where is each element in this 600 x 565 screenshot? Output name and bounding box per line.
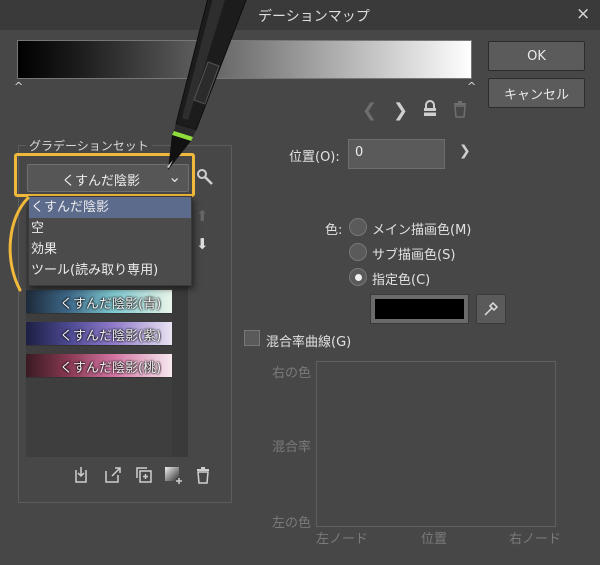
sub-color-radio[interactable]	[349, 243, 367, 261]
color-label: 色:	[325, 223, 343, 238]
blend-curve-checkbox[interactable]	[244, 330, 260, 346]
gradient-set-label: グラデーションセット	[26, 137, 152, 154]
eyedropper-icon[interactable]	[476, 294, 506, 324]
axis-label-right-node: 右ノード	[509, 532, 562, 547]
dropdown-item[interactable]: ツール(読み取り専用)	[29, 260, 191, 281]
dropdown-item[interactable]: 効果	[29, 239, 191, 260]
duplicate-gradient-icon[interactable]	[135, 466, 153, 488]
ok-button[interactable]: OK	[488, 41, 585, 71]
chevron-left-icon[interactable]: ❮	[362, 100, 377, 121]
lock-icon[interactable]	[421, 100, 439, 123]
chevron-right-icon[interactable]: ❯	[393, 100, 408, 121]
close-icon[interactable]: ×	[576, 4, 590, 24]
specified-color-label: 指定色(C)	[372, 273, 431, 288]
chevron-right-icon[interactable]: ❯	[459, 143, 471, 159]
cancel-button[interactable]: キャンセル	[488, 78, 585, 108]
position-input[interactable]: 0	[348, 139, 445, 169]
blend-curve-graph[interactable]	[316, 361, 556, 527]
axis-label-blend-rate: 混合率	[272, 440, 312, 455]
axis-label-left-node: 左ノード	[316, 532, 369, 547]
window-title: デーションマップ	[258, 9, 370, 25]
move-down-icon[interactable]: ⬇	[196, 235, 209, 253]
delete-gradient-icon[interactable]	[195, 466, 211, 488]
right-node-marker[interactable]: ^	[467, 80, 476, 93]
trash-icon[interactable]	[452, 100, 468, 123]
import-gradient-icon[interactable]	[73, 466, 89, 488]
dropdown-item[interactable]: 空	[29, 218, 191, 239]
export-gradient-icon[interactable]	[104, 466, 122, 488]
gradient-item[interactable]: くすんだ陰影(紫)	[26, 322, 172, 346]
wrench-icon[interactable]	[196, 168, 214, 190]
axis-label-position: 位置	[421, 532, 448, 547]
axis-label-left-color: 左の色	[272, 516, 312, 531]
color-swatch[interactable]	[370, 294, 469, 324]
color-swatch-fill	[375, 299, 464, 319]
position-label: 位置(O):	[289, 150, 340, 165]
gradient-item[interactable]: くすんだ陰影(桃)	[26, 354, 172, 378]
sub-color-label: サブ描画色(S)	[372, 248, 456, 263]
move-up-icon[interactable]: ⬆	[196, 207, 209, 225]
main-color-label: メイン描画色(M)	[372, 223, 472, 238]
left-node-marker[interactable]: ^	[14, 80, 23, 93]
blend-curve-label: 混合率曲線(G)	[266, 335, 352, 350]
add-gradient-icon[interactable]	[164, 466, 184, 490]
axis-label-right-color: 右の色	[272, 366, 312, 381]
gradient-set-dropdown[interactable]: くすんだ陰影 空 効果 ツール(読み取り専用)	[28, 196, 192, 286]
specified-color-radio[interactable]	[349, 268, 367, 286]
main-color-radio[interactable]	[349, 218, 367, 236]
gradient-item[interactable]: くすんだ陰影(青)	[26, 290, 172, 314]
highlight-frame	[14, 153, 195, 197]
gradient-preview-bar[interactable]	[17, 40, 472, 79]
dropdown-item[interactable]: くすんだ陰影	[29, 197, 191, 218]
